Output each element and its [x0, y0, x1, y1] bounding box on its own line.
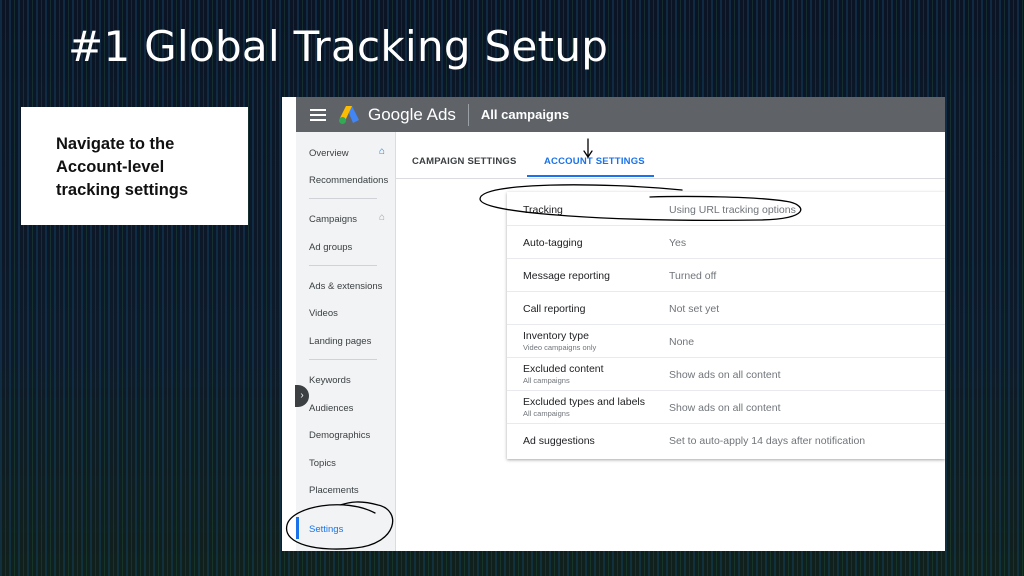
setting-row-excluded-content[interactable]: Excluded content All campaigns Show ads …: [507, 357, 945, 391]
tab-account-settings[interactable]: ACCOUNT SETTINGS: [544, 156, 645, 167]
breadcrumb[interactable]: All campaigns: [481, 107, 569, 122]
sidebar-item-demographics[interactable]: Demographics: [309, 430, 370, 441]
setting-sublabel: All campaigns: [523, 409, 570, 418]
sidebar-divider: [309, 198, 377, 199]
setting-label: Excluded content: [523, 363, 604, 375]
sidebar-item-ad-groups[interactable]: Ad groups: [309, 242, 352, 253]
setting-row-call-reporting[interactable]: Call reporting Not set yet: [507, 291, 945, 325]
setting-sublabel: Video campaigns only: [523, 343, 596, 352]
setting-value: None: [669, 336, 694, 348]
setting-label: Excluded types and labels: [523, 396, 645, 408]
divider: [468, 104, 469, 126]
setting-label: Message reporting: [523, 270, 610, 282]
sidebar-item-audiences[interactable]: Audiences: [309, 403, 353, 414]
settings-tabs: CAMPAIGN SETTINGS ACCOUNT SETTINGS: [396, 132, 945, 179]
setting-label: Auto-tagging: [523, 237, 583, 249]
account-settings-card: Tracking Using URL tracking options Auto…: [507, 192, 945, 459]
active-tab-underline: [527, 175, 654, 177]
setting-row-inventory-type[interactable]: Inventory type Video campaigns only None: [507, 324, 945, 358]
setting-value: Show ads on all content: [669, 402, 781, 414]
setting-value: Yes: [669, 237, 686, 249]
sidebar-item-overview[interactable]: Overview: [309, 148, 349, 159]
callout-line: Navigate to the: [56, 133, 228, 156]
google-ads-screenshot: Google Ads All campaigns Overview ⌂ Reco…: [282, 97, 945, 551]
sidebar-nav: Overview ⌂ Recommendations Campaigns ⌂ A…: [296, 132, 396, 551]
tab-campaign-settings[interactable]: CAMPAIGN SETTINGS: [412, 156, 517, 167]
setting-label: Call reporting: [523, 303, 585, 315]
setting-value: Turned off: [669, 270, 716, 282]
sidebar-item-topics[interactable]: Topics: [309, 458, 336, 469]
setting-value: Set to auto-apply 14 days after notifica…: [669, 435, 865, 447]
setting-row-message-reporting[interactable]: Message reporting Turned off: [507, 258, 945, 292]
callout-line: Account-level: [56, 156, 228, 179]
home-icon: ⌂: [379, 212, 385, 223]
google-ads-logo: [338, 105, 360, 125]
callout-line: tracking settings: [56, 179, 228, 202]
sidebar-item-ads-extensions[interactable]: Ads & extensions: [309, 281, 382, 292]
setting-label: Ad suggestions: [523, 435, 595, 447]
setting-value: Show ads on all content: [669, 369, 781, 381]
sidebar-item-keywords[interactable]: Keywords: [309, 375, 351, 386]
menu-icon[interactable]: [310, 109, 326, 121]
sidebar-item-landing-pages[interactable]: Landing pages: [309, 336, 371, 347]
brand-name: Google Ads: [368, 105, 456, 125]
sidebar-divider: [309, 265, 377, 266]
sidebar-item-videos[interactable]: Videos: [309, 308, 338, 319]
sidebar-item-recommendations[interactable]: Recommendations: [309, 175, 388, 186]
setting-row-tracking[interactable]: Tracking Using URL tracking options: [507, 192, 945, 226]
sidebar-divider: [309, 359, 377, 360]
setting-sublabel: All campaigns: [523, 376, 570, 385]
top-app-bar: Google Ads All campaigns: [296, 97, 945, 132]
setting-label: Inventory type: [523, 330, 589, 342]
active-indicator: [296, 517, 299, 539]
setting-label: Tracking: [523, 204, 563, 216]
sidebar-item-settings[interactable]: Settings: [309, 524, 343, 535]
setting-row-auto-tagging[interactable]: Auto-tagging Yes: [507, 225, 945, 259]
sidebar-item-campaigns[interactable]: Campaigns: [309, 214, 357, 225]
setting-value: Not set yet: [669, 303, 719, 315]
setting-row-ad-suggestions[interactable]: Ad suggestions Set to auto-apply 14 days…: [507, 423, 945, 456]
sidebar-item-placements[interactable]: Placements: [309, 485, 359, 496]
home-icon: ⌂: [379, 146, 385, 157]
setting-row-excluded-types[interactable]: Excluded types and labels All campaigns …: [507, 390, 945, 424]
slide-title: #1 Global Tracking Setup: [68, 22, 608, 71]
instruction-callout: Navigate to the Account-level tracking s…: [21, 107, 248, 225]
setting-value: Using URL tracking options: [669, 204, 796, 216]
